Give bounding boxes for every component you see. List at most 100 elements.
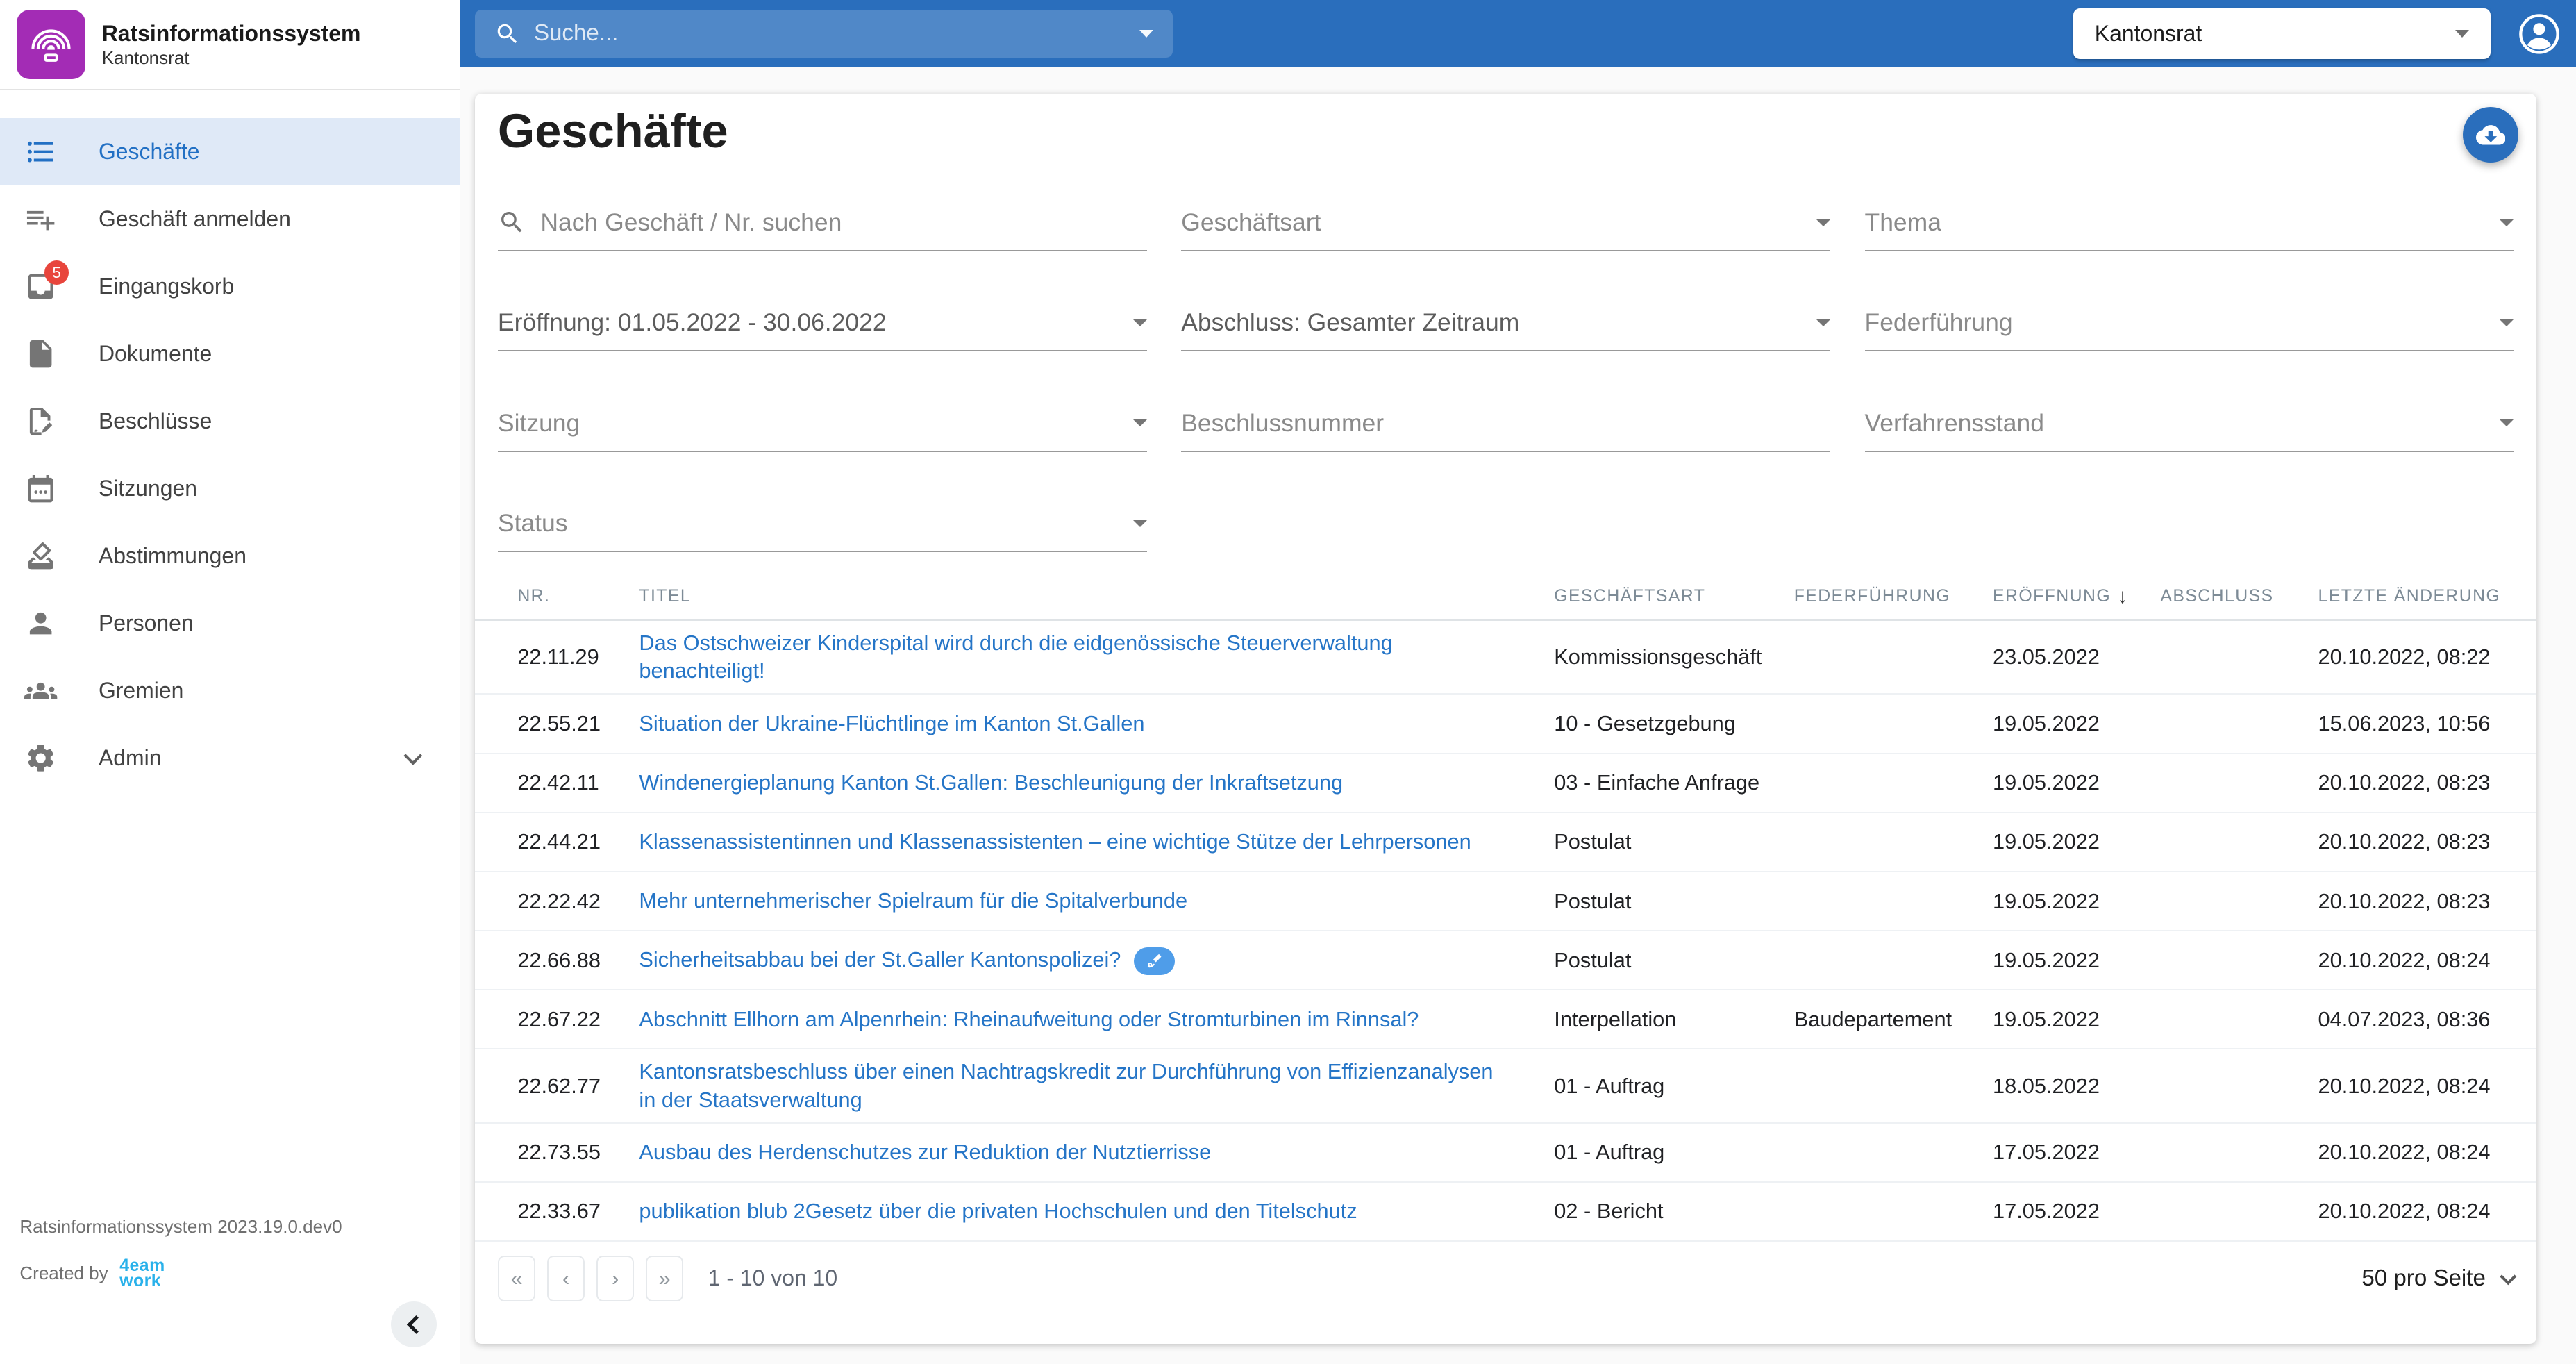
cell-nr: 22.22.42 [517,889,639,914]
column-header[interactable]: Titel [639,587,1554,606]
geschaeft-link[interactable]: Kantonsratsbeschluss über einen Nachtrag… [639,1059,1493,1111]
filter-field[interactable] [1181,351,1830,451]
cell-eroeffnung: 19.05.2022 [1993,711,2160,736]
sidebar-item-label: Geschäft anmelden [99,206,291,232]
4teamwork-logo[interactable]: 4eam work [119,1258,165,1288]
cloud-download-icon [2476,120,2506,150]
cell-nr: 22.55.21 [517,711,639,736]
sidebar-item[interactable]: Beschlüsse [0,388,460,455]
global-search-input[interactable] [534,20,1126,47]
person-icon [24,617,57,647]
app-logo[interactable] [17,10,85,78]
cell-nr: 22.33.67 [517,1199,639,1224]
cell-geschaeftsart: 01 - Auftrag [1554,1074,1793,1099]
table-row: 22.44.21 Klassenassistentinnen und Klass… [475,813,2536,872]
vote-icon [24,550,57,579]
content-card: Geschäfte Geschäftsart [475,94,2536,1345]
column-header[interactable]: Eröffnung ↓ [1993,585,2160,608]
filter-label: Abschluss: Gesamter Zeitraum [1181,308,1519,337]
page-size-value: 50 pro Seite [2361,1265,2486,1292]
filter-input[interactable] [1181,409,1830,438]
filter-field[interactable] [498,151,1147,251]
table-header-row: Nr. Titel Geschäftsart Federführung [475,574,2536,622]
filter-label: Federführung [1865,308,2013,337]
cell-titel: Situation der Ukraine-Flüchtlinge im Kan… [639,710,1554,738]
filter-input[interactable] [540,208,1146,237]
geschaeft-link[interactable]: Situation der Ukraine-Flüchtlinge im Kan… [639,711,1144,735]
geschaeft-link[interactable]: Klassenassistentinnen und Klassenassiste… [639,829,1471,854]
global-search[interactable] [475,10,1173,58]
column-header[interactable]: Letzte Änderung [2318,587,2514,606]
geschaeft-link[interactable]: Windenergieplanung Kanton St.Gallen: Bes… [639,770,1343,795]
table-row: 22.33.67 publikation blub 2Gesetz über d… [475,1183,2536,1242]
first-page-button[interactable]: « [498,1256,535,1301]
app-version: Ratsinformationssystem 2023.19.0.dev0 [19,1216,342,1238]
cell-federfuehrung: Baudepartement [1794,1007,1993,1032]
filter-field[interactable]: Abschluss: Gesamter Zeitraum [1181,251,1830,351]
page-size-select[interactable]: 50 pro Seite [2361,1265,2514,1292]
column-header[interactable]: Geschäftsart [1554,587,1793,606]
filter-field[interactable]: Eröffnung: 01.05.2022 - 30.06.2022 [498,251,1147,351]
geschaeft-link[interactable]: Sicherheitsabbau bei der St.Galler Kanto… [639,947,1121,972]
table-row: 22.42.11 Windenergieplanung Kanton St.Ga… [475,754,2536,813]
table-row: 22.62.77 Kantonsratsbeschluss über einen… [475,1049,2536,1123]
cell-geschaeftsart: Kommissionsgeschäft [1554,644,1793,669]
filter-field[interactable]: Sitzung [498,351,1147,451]
cell-letzte-aenderung: 20.10.2022, 08:22 [2318,644,2514,669]
tenant-select[interactable]: Kantonsrat [2073,8,2491,59]
sidebar-collapse-button[interactable] [391,1301,437,1347]
chevron-down-icon [2500,419,2514,426]
chevron-down-icon [1816,219,1830,226]
chevron-down-icon [2500,1268,2516,1284]
cell-titel: Das Ostschweizer Kinderspital wird durch… [639,629,1554,685]
cell-titel: Ausbau des Herdenschutzes zur Reduktion … [639,1138,1554,1166]
sidebar-item[interactable]: Gremien [0,657,460,724]
sidebar-footer: Ratsinformationssystem 2023.19.0.dev0 Cr… [19,1216,342,1288]
cell-nr: 22.42.11 [517,770,639,795]
sort-desc-icon[interactable]: ↓ [2118,585,2129,608]
sidebar-item[interactable]: Geschäfte [0,118,460,185]
cell-eroeffnung: 17.05.2022 [1993,1140,2160,1165]
last-page-button[interactable]: » [646,1256,683,1301]
prev-page-button[interactable]: ‹ [547,1256,585,1301]
cell-geschaeftsart: 03 - Einfache Anfrage [1554,770,1793,795]
cell-eroeffnung: 23.05.2022 [1993,644,2160,669]
cell-titel: Sicherheitsabbau bei der St.Galler Kanto… [639,946,1554,975]
cell-titel: Abschnitt Ellhorn am Alpenrhein: Rheinau… [639,1006,1554,1033]
next-page-button[interactable]: › [596,1256,634,1301]
cell-geschaeftsart: Postulat [1554,948,1793,973]
geschaeft-link[interactable]: Abschnitt Ellhorn am Alpenrhein: Rheinau… [639,1007,1419,1031]
cell-eroeffnung: 18.05.2022 [1993,1074,2160,1099]
user-menu-button[interactable] [2517,12,2561,56]
geschaeft-link[interactable]: Ausbau des Herdenschutzes zur Reduktion … [639,1140,1211,1164]
filter-field[interactable]: Thema [1865,151,2514,251]
chevron-down-icon [1816,319,1830,326]
cell-geschaeftsart: 01 - Auftrag [1554,1140,1793,1165]
table-row: 22.55.21 Situation der Ukraine-Flüchtlin… [475,695,2536,754]
sidebar-item[interactable]: 5 Eingangskorb [0,253,460,320]
sidebar-item[interactable]: Geschäft anmelden [0,185,460,253]
filter-field[interactable]: Geschäftsart [1181,151,1830,251]
document-icon [24,348,57,377]
column-header[interactable]: Nr. [517,587,639,606]
search-scope-caret-icon[interactable] [1139,30,1153,38]
filter-field[interactable]: Federführung [1865,251,2514,351]
geschaeft-link[interactable]: publikation blub 2Gesetz über die privat… [639,1199,1357,1223]
column-header[interactable]: Abschluss [2160,587,2318,606]
chevron-down-icon [403,747,422,765]
geschaeft-link[interactable]: Mehr unternehmerischer Spielraum für die… [639,888,1187,913]
sidebar-nav: Geschäfte Geschäft anmelden 5 Eingangsko… [0,90,460,792]
sidebar-item[interactable]: Sitzungen [0,455,460,522]
sidebar-item[interactable]: Admin [0,724,460,792]
sidebar-item[interactable]: Personen [0,590,460,657]
filter-field[interactable]: Verfahrensstand [1865,351,2514,451]
chevron-left-icon [407,1315,426,1334]
sidebar-item-label: Gremien [99,678,183,704]
geschaeft-link[interactable]: Das Ostschweizer Kinderspital wird durch… [639,631,1392,683]
column-header[interactable]: Federführung [1794,587,1993,606]
signature-badge[interactable] [1134,947,1175,975]
sidebar-item[interactable]: Abstimmungen [0,522,460,590]
sidebar-item[interactable]: Dokumente [0,320,460,388]
filter-field[interactable]: Status [498,452,1147,552]
cell-titel: Windenergieplanung Kanton St.Gallen: Bes… [639,769,1554,797]
